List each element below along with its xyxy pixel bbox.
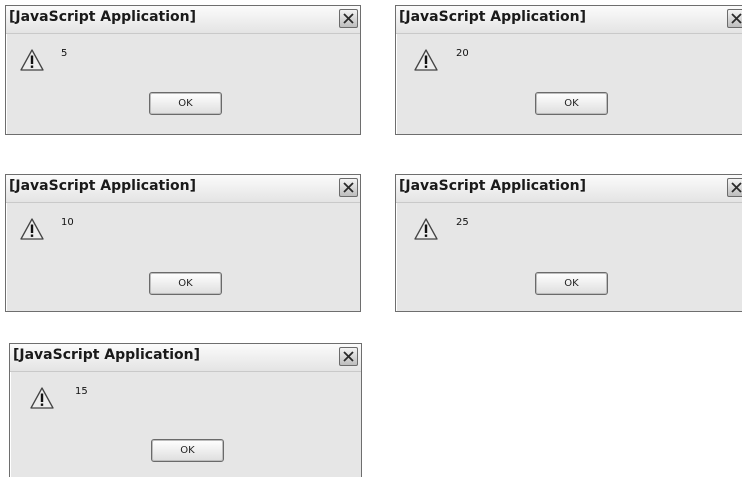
dialog-titlebar[interactable]: [JavaScript Application] xyxy=(6,175,360,203)
dialog-titlebar[interactable]: [JavaScript Application] xyxy=(396,6,742,34)
close-button[interactable] xyxy=(339,347,358,366)
dialog-titlebar[interactable]: [JavaScript Application] xyxy=(10,344,361,372)
dialog-title: [JavaScript Application] xyxy=(399,178,586,194)
dialog-titlebar[interactable]: [JavaScript Application] xyxy=(6,6,360,34)
ok-button[interactable]: OK xyxy=(151,439,224,462)
dialog-title: [JavaScript Application] xyxy=(9,9,196,25)
warning-icon xyxy=(20,218,44,240)
alert-dialog: [JavaScript Application] 15 OK xyxy=(9,343,362,477)
dialog-titlebar[interactable]: [JavaScript Application] xyxy=(396,175,742,203)
warning-icon xyxy=(414,218,438,240)
ok-button[interactable]: OK xyxy=(149,92,222,115)
ok-button[interactable]: OK xyxy=(535,92,608,115)
dialog-title: [JavaScript Application] xyxy=(399,9,586,25)
dialog-message: 5 xyxy=(61,48,68,59)
alert-dialog: [JavaScript Application] 10 OK xyxy=(5,174,361,312)
alert-dialog: [JavaScript Application] 25 OK xyxy=(395,174,742,312)
close-icon xyxy=(731,13,742,24)
dialog-message: 15 xyxy=(75,386,88,397)
warning-icon xyxy=(20,49,44,71)
ok-button[interactable]: OK xyxy=(149,272,222,295)
dialog-message: 20 xyxy=(456,48,469,59)
warning-icon xyxy=(30,387,54,409)
dialog-title: [JavaScript Application] xyxy=(13,347,200,363)
ok-button[interactable]: OK xyxy=(535,272,608,295)
close-icon xyxy=(343,182,354,193)
alert-dialog: [JavaScript Application] 5 OK xyxy=(5,5,361,135)
dialog-message: 25 xyxy=(456,217,469,228)
close-button[interactable] xyxy=(339,178,358,197)
alert-dialog: [JavaScript Application] 20 OK xyxy=(395,5,742,135)
dialog-message: 10 xyxy=(61,217,74,228)
close-button[interactable] xyxy=(339,9,358,28)
close-icon xyxy=(731,182,742,193)
close-icon xyxy=(343,351,354,362)
dialog-title: [JavaScript Application] xyxy=(9,178,196,194)
close-button[interactable] xyxy=(727,9,742,28)
warning-icon xyxy=(414,49,438,71)
close-button[interactable] xyxy=(727,178,742,197)
close-icon xyxy=(343,13,354,24)
